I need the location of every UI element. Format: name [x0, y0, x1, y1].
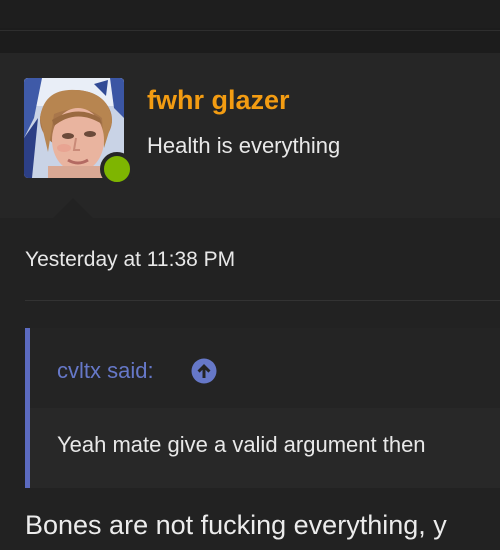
quote-text: Yeah mate give a valid argument then: [57, 432, 426, 457]
avatar-wrapper[interactable]: [24, 78, 134, 186]
quote-author-link[interactable]: cvltx said:: [57, 358, 154, 384]
post-message: Bones are not fucking everything, y: [25, 510, 447, 540]
username-link[interactable]: fwhr glazer: [147, 85, 290, 116]
meta-divider: [25, 300, 500, 301]
online-status-badge: [100, 152, 134, 186]
quote-block: cvltx said: Yeah mate give a valid argum…: [25, 328, 500, 488]
arrow-up-circle-icon[interactable]: [191, 358, 217, 384]
user-title: Health is everything: [147, 133, 341, 158]
author-pointer-arrow: [53, 198, 93, 218]
post-timestamp-link[interactable]: Yesterday at 11:38 PM: [25, 248, 235, 272]
top-divider: [0, 30, 500, 31]
top-strip: [0, 0, 500, 28]
